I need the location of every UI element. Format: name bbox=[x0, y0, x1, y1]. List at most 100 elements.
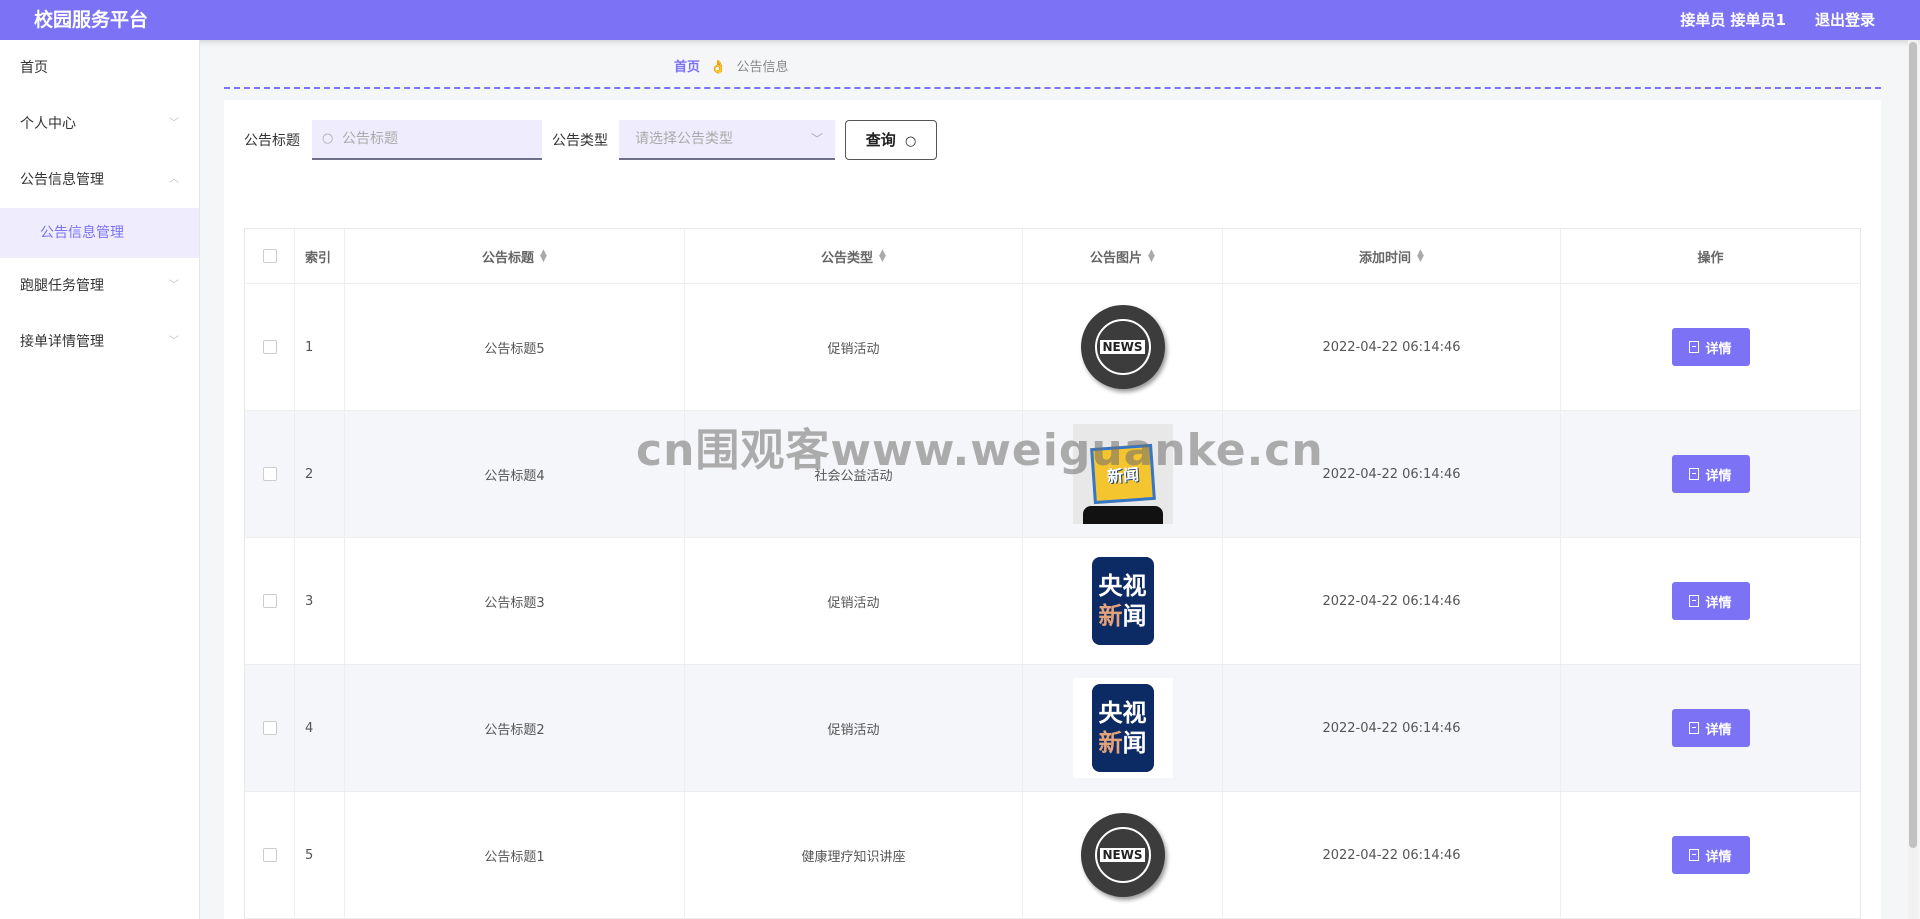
row-title: 公告标题5 bbox=[345, 284, 685, 410]
cctv-logo-line1: 央视 bbox=[1098, 699, 1147, 727]
header-time[interactable]: 添加时间 ▲ ▼ bbox=[1223, 229, 1561, 283]
breadcrumb-home[interactable]: 首页 bbox=[674, 60, 700, 75]
sidebar-item-label: 个人中心 bbox=[20, 116, 76, 132]
news-globe-text: NEWS bbox=[1100, 848, 1145, 862]
row-image-cell: NEWS bbox=[1023, 284, 1223, 410]
news-sticker-badge: 新闻 bbox=[1089, 443, 1156, 505]
header-type-label: 公告类型 bbox=[821, 250, 874, 266]
type-select-placeholder: 请选择公告类型 bbox=[635, 131, 733, 147]
header-title[interactable]: 公告标题 ▲ ▼ bbox=[345, 229, 685, 283]
sidebar-item-order-detail-management[interactable]: 接单详情管理 ﹀ bbox=[0, 314, 199, 370]
phone-shape bbox=[1082, 506, 1163, 524]
row-actions: 详情 bbox=[1561, 665, 1860, 791]
chevron-down-icon: ﹀ bbox=[169, 280, 179, 291]
row-title: 公告标题3 bbox=[345, 538, 685, 664]
current-user: 接单员 接单员1 bbox=[1680, 11, 1786, 29]
header-index: 索引 bbox=[295, 229, 345, 283]
document-icon bbox=[1689, 341, 1700, 353]
sort-icon[interactable]: ▲ ▼ bbox=[1417, 249, 1424, 264]
row-checkbox[interactable] bbox=[262, 467, 277, 481]
row-image-cell: 新闻 bbox=[1023, 411, 1223, 537]
app-title: 校园服务平台 bbox=[34, 9, 149, 31]
row-image-cell: 央视 新闻 bbox=[1023, 665, 1223, 791]
detail-button-label: 详情 bbox=[1705, 595, 1732, 611]
cctv-news-image: 央视 新闻 bbox=[1091, 557, 1154, 645]
detail-button[interactable]: 详情 bbox=[1671, 582, 1750, 620]
row-actions: 详情 bbox=[1561, 411, 1860, 537]
row-time: 2022-04-22 06:14:46 bbox=[1223, 411, 1561, 537]
row-actions: 详情 bbox=[1561, 538, 1860, 664]
sort-icon[interactable]: ▲ ▼ bbox=[1148, 249, 1155, 264]
page-scrollbar[interactable] bbox=[1908, 40, 1918, 919]
sidebar-item-label: 公告信息管理 bbox=[40, 225, 124, 241]
detail-button-label: 详情 bbox=[1705, 468, 1732, 484]
cctv-logo-line2: 新闻 bbox=[1098, 729, 1147, 757]
news-sticker-image: 新闻 bbox=[1072, 424, 1173, 524]
detail-button[interactable]: 详情 bbox=[1671, 328, 1750, 366]
row-index: 4 bbox=[295, 665, 345, 791]
document-icon bbox=[1689, 722, 1700, 734]
detail-button-label: 详情 bbox=[1705, 341, 1732, 357]
document-icon bbox=[1689, 595, 1700, 607]
detail-button[interactable]: 详情 bbox=[1671, 836, 1750, 874]
header-time-label: 添加时间 bbox=[1359, 250, 1412, 266]
detail-button-label: 详情 bbox=[1705, 722, 1732, 738]
sidebar-item-announcement-management[interactable]: 公告信息管理 ︿ bbox=[0, 152, 199, 208]
row-time: 2022-04-22 06:14:46 bbox=[1223, 792, 1561, 918]
row-checkbox[interactable] bbox=[262, 340, 277, 354]
header-actions: 操作 bbox=[1697, 250, 1724, 266]
logout-button[interactable]: 退出登录 bbox=[1815, 0, 1875, 40]
table-row: 2 公告标题4 社会公益活动 新闻 2022-04-22 06:14:46 详情 bbox=[245, 411, 1860, 538]
row-type: 促销活动 bbox=[685, 665, 1023, 791]
header-image-label: 公告图片 bbox=[1090, 250, 1143, 266]
sort-icon[interactable]: ▲ ▼ bbox=[540, 249, 547, 264]
header-title-label: 公告标题 bbox=[482, 250, 535, 266]
header-image[interactable]: 公告图片 ▲ ▼ bbox=[1023, 229, 1223, 283]
query-button-label: 查询 bbox=[865, 131, 896, 149]
cctv-logo-line1: 央视 bbox=[1098, 572, 1147, 600]
select-all-checkbox[interactable] bbox=[262, 249, 277, 263]
type-select[interactable]: 请选择公告类型 ﹀ bbox=[619, 120, 835, 160]
divider bbox=[224, 87, 1881, 89]
table-row: 1 公告标题5 促销活动 NEWS 2022-04-22 06:14:46 详情 bbox=[245, 284, 1860, 411]
chevron-down-icon: ﹀ bbox=[169, 336, 179, 347]
sort-icon[interactable]: ▲ ▼ bbox=[879, 249, 886, 264]
cctv-logo-line2: 新闻 bbox=[1098, 602, 1147, 630]
sidebar-item-label: 公告信息管理 bbox=[20, 172, 104, 188]
search-icon: ○ bbox=[904, 134, 917, 149]
row-title: 公告标题2 bbox=[345, 665, 685, 791]
row-index: 2 bbox=[295, 411, 345, 537]
detail-button[interactable]: 详情 bbox=[1671, 709, 1750, 747]
row-time: 2022-04-22 06:14:46 bbox=[1223, 538, 1561, 664]
row-time: 2022-04-22 06:14:46 bbox=[1223, 284, 1561, 410]
row-checkbox-cell bbox=[245, 411, 295, 537]
row-checkbox-cell bbox=[245, 665, 295, 791]
row-type: 健康理疗知识讲座 bbox=[685, 792, 1023, 918]
row-checkbox-cell bbox=[245, 538, 295, 664]
cctv-news-image-frame: 央视 新闻 bbox=[1072, 678, 1173, 778]
sidebar-item-label: 跑腿任务管理 bbox=[20, 278, 104, 294]
query-button[interactable]: 查询 ○ bbox=[845, 120, 937, 160]
table-header-row: 索引 公告标题 ▲ ▼ 公告类型 ▲ ▼ 公告图片 ▲ ▼ 添加时间 ▲ ▼ 操作 bbox=[245, 229, 1860, 284]
detail-button[interactable]: 详情 bbox=[1671, 455, 1750, 493]
news-globe-image: NEWS bbox=[1080, 813, 1165, 897]
row-index: 3 bbox=[295, 538, 345, 664]
row-checkbox-cell bbox=[245, 792, 295, 918]
row-checkbox[interactable] bbox=[262, 848, 277, 862]
sidebar-item-home[interactable]: 首页 bbox=[0, 40, 199, 96]
scrollbar-thumb[interactable] bbox=[1909, 42, 1917, 848]
sidebar-item-personal-center[interactable]: 个人中心 ﹀ bbox=[0, 96, 199, 152]
sidebar-subitem-announcement-management[interactable]: 公告信息管理 bbox=[0, 208, 199, 258]
sidebar-item-errand-task-management[interactable]: 跑腿任务管理 ﹀ bbox=[0, 258, 199, 314]
sidebar: 首页 个人中心 ﹀ 公告信息管理 ︿ 公告信息管理 跑腿任务管理 ﹀ 接单详情管… bbox=[0, 40, 200, 919]
header-type[interactable]: 公告类型 ▲ ▼ bbox=[685, 229, 1023, 283]
sidebar-item-label: 接单详情管理 bbox=[20, 334, 104, 350]
document-icon bbox=[1689, 468, 1700, 480]
row-index: 5 bbox=[295, 792, 345, 918]
row-checkbox[interactable] bbox=[262, 594, 277, 608]
row-checkbox[interactable] bbox=[262, 721, 277, 735]
row-type: 社会公益活动 bbox=[685, 411, 1023, 537]
row-index: 1 bbox=[295, 284, 345, 410]
title-search-input[interactable] bbox=[312, 120, 542, 160]
row-image-cell: NEWS bbox=[1023, 792, 1223, 918]
